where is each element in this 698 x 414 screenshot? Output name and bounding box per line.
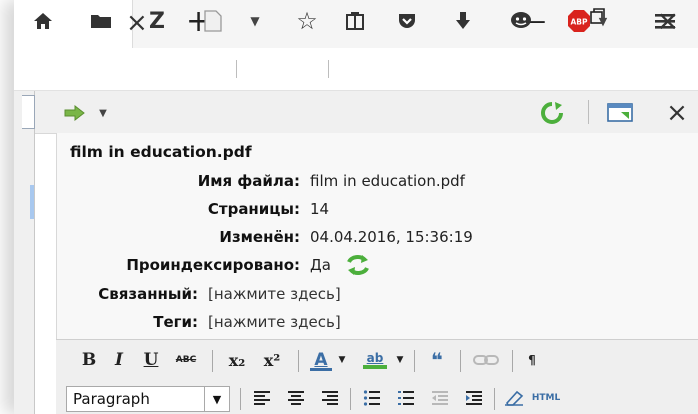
html-source-button[interactable]: HTML (530, 386, 562, 410)
adblock-plus-icon[interactable]: ABP (564, 6, 594, 36)
separator (588, 100, 589, 124)
text-color-swatch (310, 367, 332, 371)
field-value: 14 (310, 200, 330, 218)
collections-pane-edge (14, 91, 35, 414)
field-label: Изменён: (219, 228, 300, 246)
separator (512, 350, 513, 372)
field-value: Да (310, 256, 331, 274)
reindex-icon[interactable] (346, 254, 370, 282)
field-label: Страницы: (207, 200, 300, 218)
home-icon[interactable] (28, 6, 58, 36)
field-row-indexed: Проиндексировано: Да (0, 254, 698, 276)
link-button[interactable] (470, 348, 502, 372)
field-label: Проиндексировано: (126, 256, 300, 274)
attachment-title: film in education.pdf (70, 143, 252, 161)
reading-list-icon[interactable] (340, 6, 370, 36)
paragraph-mark-button[interactable]: ¶ (520, 348, 544, 372)
clear-formatting-icon[interactable] (502, 386, 526, 410)
separator (298, 350, 299, 372)
superscript-button[interactable]: x² (258, 348, 286, 372)
separator (460, 350, 461, 372)
dropdown-icon[interactable]: ▼ (394, 348, 406, 372)
subscript-button[interactable]: x₂ (224, 348, 250, 372)
underline-button[interactable]: U (140, 348, 162, 372)
field-row-related: Связанный: [нажмите здесь] (0, 283, 698, 305)
separator (236, 60, 237, 78)
downloads-folder-icon[interactable] (86, 6, 116, 36)
field-label: Связанный: (98, 285, 198, 303)
dropdown-icon[interactable]: ▼ (336, 348, 348, 372)
separator (494, 388, 495, 410)
align-right-icon[interactable] (318, 386, 342, 410)
field-value[interactable]: film in education.pdf (310, 170, 465, 192)
chevron-down-icon[interactable]: ▼ (204, 387, 229, 411)
bold-button[interactable]: B (78, 348, 100, 372)
field-row-modified: Изменён: 04.04.2016, 15:36:19 (0, 226, 698, 248)
svg-text:ABP: ABP (570, 18, 588, 27)
strikethrough-button[interactable]: ABC (170, 348, 202, 372)
dropdown-icon[interactable]: ▼ (96, 98, 110, 128)
dropdown-icon[interactable]: ▼ (246, 6, 264, 36)
blockquote-button[interactable]: ❝ (424, 348, 450, 372)
field-row-tags: Теги: [нажмите здесь] (0, 311, 698, 333)
zotero-icon[interactable]: Z (142, 6, 172, 36)
hello-icon[interactable] (506, 6, 536, 36)
forward-arrow-icon[interactable] (62, 98, 88, 128)
paragraph-format-value: Paragraph (73, 390, 150, 408)
related-link[interactable]: [нажмите здесь] (208, 283, 341, 305)
bookmark-star-icon[interactable]: ☆ (292, 6, 322, 36)
highlight-glyph: ab (366, 351, 384, 365)
indent-icon[interactable] (462, 386, 486, 410)
paragraph-format-select[interactable]: Paragraph ▼ (66, 386, 230, 412)
zotero-toolbar (14, 91, 698, 134)
separator (212, 350, 213, 372)
tags-link[interactable]: [нажмите здесь] (208, 311, 341, 333)
field-label: Теги: (153, 313, 198, 331)
field-value: 04.04.2016, 15:36:19 (310, 228, 473, 246)
numbered-list-icon[interactable] (394, 386, 418, 410)
italic-button[interactable]: I (108, 348, 130, 372)
field-row-pages: Страницы: 14 (0, 198, 698, 220)
text-color-button[interactable]: A (308, 346, 334, 374)
align-left-icon[interactable] (250, 386, 274, 410)
reader-icon[interactable] (198, 6, 228, 36)
close-icon[interactable]: × (662, 98, 692, 128)
separator (240, 388, 241, 410)
field-row-filename: Имя файла: film in education.pdf (0, 170, 698, 192)
highlight-swatch (363, 365, 387, 369)
sync-icon[interactable] (538, 98, 566, 128)
dropdown-icon[interactable]: ▼ (596, 6, 610, 36)
search-field-edge[interactable] (22, 95, 35, 129)
bullet-list-icon[interactable] (360, 386, 384, 410)
nav-toolbar (14, 48, 698, 91)
menu-icon[interactable] (650, 6, 680, 36)
text-color-glyph: A (314, 349, 328, 370)
download-arrow-icon[interactable] (448, 6, 478, 36)
outdent-icon[interactable] (428, 386, 452, 410)
pocket-icon[interactable] (392, 6, 422, 36)
align-center-icon[interactable] (284, 386, 308, 410)
fullscreen-icon[interactable] (604, 98, 638, 128)
separator (414, 350, 415, 372)
highlight-color-button[interactable]: ab (360, 346, 390, 374)
separator (350, 388, 351, 410)
separator (328, 60, 329, 78)
field-label: Имя файла: (197, 172, 300, 190)
